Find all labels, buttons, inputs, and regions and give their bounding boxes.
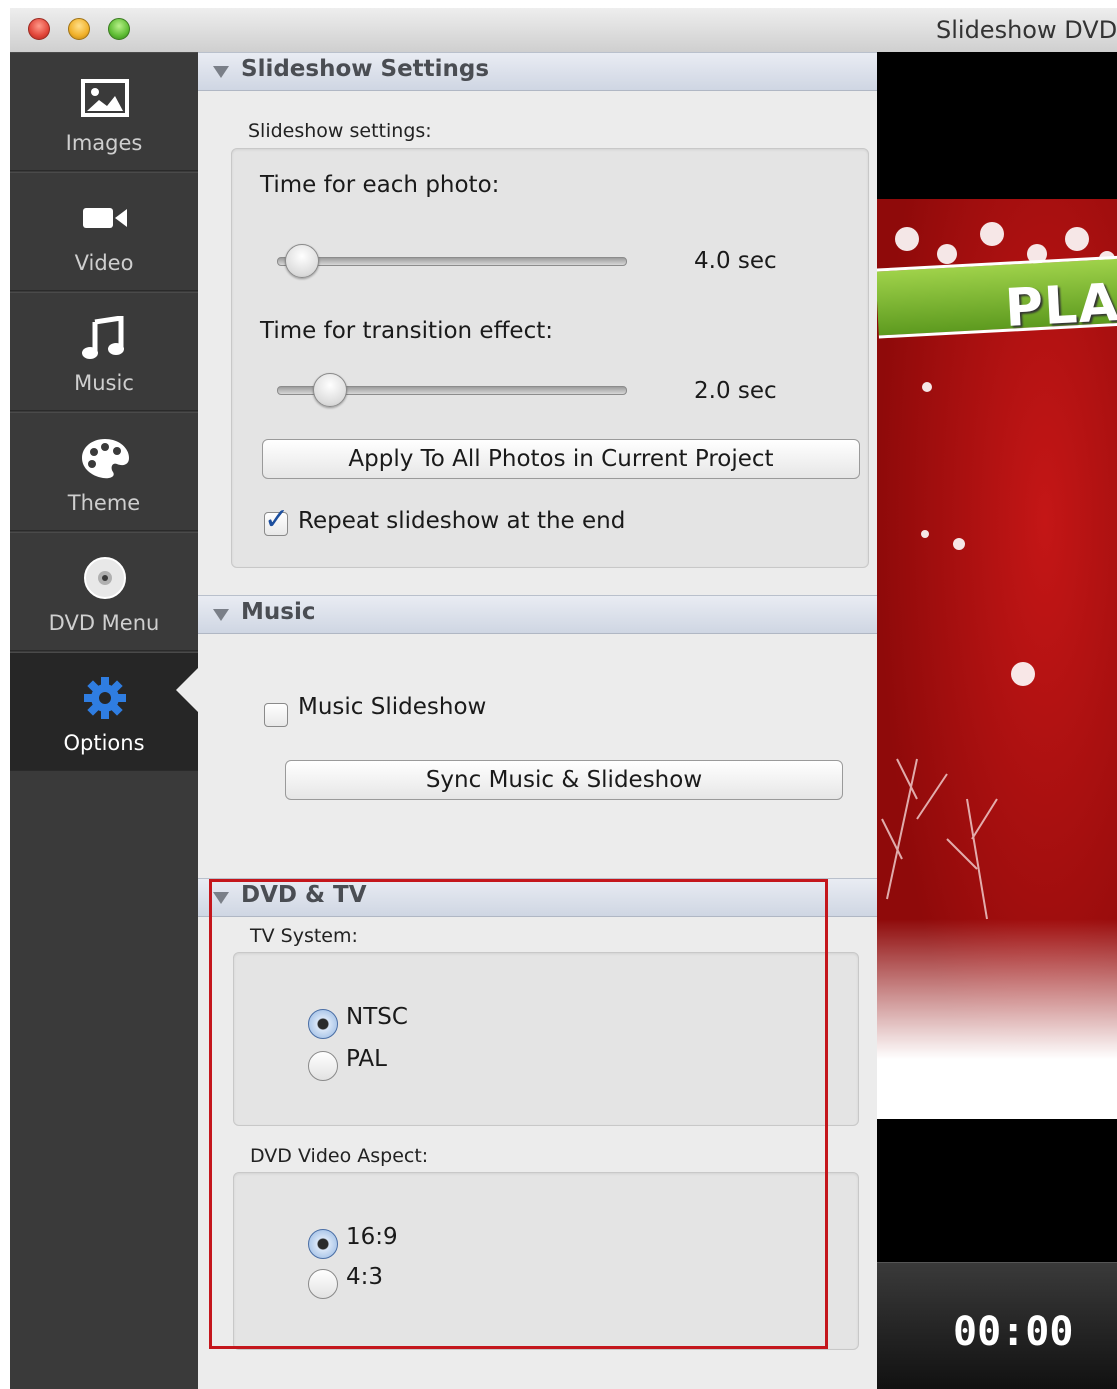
sidebar-item-video[interactable]: Video: [10, 172, 198, 291]
sidebar-item-images[interactable]: Images: [10, 52, 198, 171]
sidebar-item-label: Images: [65, 131, 143, 155]
disclosure-triangle-icon: [213, 66, 229, 78]
music-header[interactable]: Music: [198, 595, 877, 634]
image-icon: [81, 79, 129, 117]
repeat-slideshow-label: Repeat slideshow at the end: [298, 508, 626, 534]
music-slideshow-label: Music Slideshow: [298, 694, 487, 720]
slideshow-settings-label: Slideshow settings:: [248, 120, 432, 142]
section-title: Slideshow Settings: [241, 56, 490, 82]
preview-pane: PLA 00:00: [877, 52, 1117, 1389]
photo-time-label: Time for each photo:: [260, 172, 500, 198]
title-bar: Slideshow DVD: [10, 8, 1117, 53]
dvd-tv-highlight-box: [209, 879, 828, 1349]
sidebar-item-label: Video: [74, 251, 134, 275]
zoom-window-button[interactable]: [108, 18, 130, 40]
sidebar-item-label: Music: [74, 371, 134, 395]
transition-time-value: 2.0 sec: [694, 378, 777, 404]
sidebar-item-dvd-menu[interactable]: DVD Menu: [10, 532, 198, 651]
photo-time-value: 4.0 sec: [694, 248, 777, 274]
disclosure-triangle-icon: [213, 609, 229, 621]
close-window-button[interactable]: [28, 18, 50, 40]
theme-preview-image: [877, 199, 1117, 1119]
sidebar-item-music[interactable]: Music: [10, 292, 198, 411]
section-title: Music: [241, 599, 316, 625]
selection-pointer: [176, 668, 198, 712]
window-title: Slideshow DVD: [936, 16, 1117, 44]
music-note-icon: [82, 316, 124, 359]
sidebar: Images Video Music Theme DVD Menu Option…: [10, 52, 198, 1389]
sidebar-item-label: DVD Menu: [48, 611, 160, 635]
disc-icon: [84, 557, 126, 599]
video-camera-icon: [83, 208, 127, 228]
playback-bar: 00:00: [877, 1262, 1117, 1389]
minimize-window-button[interactable]: [68, 18, 90, 40]
checkmark-icon: ✓: [264, 502, 290, 537]
sync-music-button[interactable]: Sync Music & Slideshow: [285, 760, 843, 800]
snow-ground: [877, 919, 1117, 1119]
palette-icon: [82, 439, 129, 479]
playback-timer: 00:00: [953, 1309, 1074, 1355]
sidebar-item-theme[interactable]: Theme: [10, 412, 198, 531]
banner-text: PLA: [1003, 273, 1117, 339]
apply-to-all-button[interactable]: Apply To All Photos in Current Project: [262, 439, 860, 479]
slideshow-settings-header[interactable]: Slideshow Settings: [198, 52, 877, 91]
sidebar-item-label: Options: [63, 731, 145, 755]
music-slideshow-checkbox[interactable]: [264, 703, 288, 727]
transition-time-label: Time for transition effect:: [260, 318, 553, 344]
repeat-slideshow-checkbox[interactable]: ✓: [264, 505, 289, 536]
gear-icon: [84, 677, 126, 719]
sidebar-item-options[interactable]: Options: [10, 652, 198, 771]
slideshow-settings-group: [231, 148, 869, 568]
transition-time-slider-knob[interactable]: [313, 373, 348, 407]
sidebar-item-label: Theme: [67, 491, 141, 515]
photo-time-slider-track[interactable]: [277, 257, 627, 266]
